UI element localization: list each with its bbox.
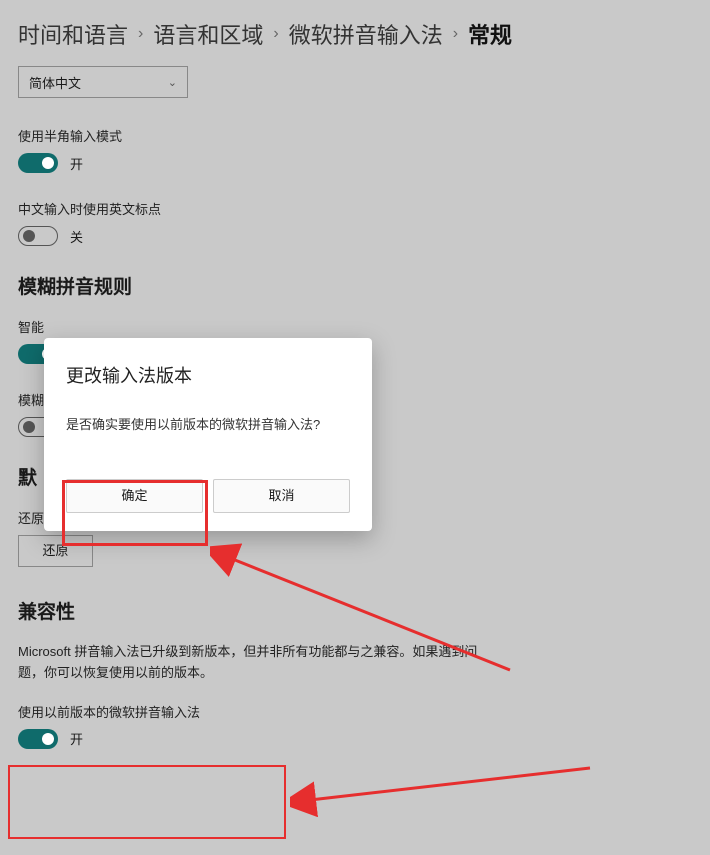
- dialog-message: 是否确实要使用以前版本的微软拼音输入法?: [66, 414, 350, 433]
- compat-toggle-label: 使用以前版本的微软拼音输入法: [18, 702, 692, 721]
- english-punct-state: 关: [70, 227, 83, 246]
- annotation-arrow-bottom: [290, 760, 610, 840]
- compat-toggle[interactable]: [18, 729, 58, 749]
- chevron-right-icon: ›: [453, 25, 458, 43]
- halfwidth-toggle[interactable]: [18, 153, 58, 173]
- english-punct-toggle[interactable]: [18, 226, 58, 246]
- halfwidth-state: 开: [70, 154, 83, 173]
- chevron-right-icon: ›: [138, 25, 143, 43]
- dropdown-selected: 简体中文: [29, 73, 81, 92]
- annotation-box-compat: [8, 765, 286, 839]
- confirm-dialog: 更改输入法版本 是否确实要使用以前版本的微软拼音输入法? 确定 取消: [44, 338, 372, 531]
- breadcrumb-item-time-language[interactable]: 时间和语言: [18, 18, 128, 50]
- chevron-down-icon: ⌄: [168, 76, 177, 89]
- chevron-right-icon: ›: [273, 25, 278, 43]
- breadcrumb-item-language-region[interactable]: 语言和区域: [153, 18, 263, 50]
- breadcrumb: 时间和语言 › 语言和区域 › 微软拼音输入法 › 常规: [0, 0, 710, 62]
- restore-button[interactable]: 还原: [18, 535, 93, 567]
- breadcrumb-current: 常规: [468, 18, 512, 50]
- charset-dropdown[interactable]: 简体中文 ⌄: [18, 66, 188, 98]
- compat-description: Microsoft 拼音输入法已升级到新版本，但并非所有功能都与之兼容。如果遇到…: [18, 642, 498, 684]
- fuzzy-heading: 模糊拼音规则: [18, 272, 692, 299]
- breadcrumb-item-ms-pinyin[interactable]: 微软拼音输入法: [289, 18, 443, 50]
- halfwidth-label: 使用半角输入模式: [18, 126, 692, 145]
- smart-fuzzy-label: 智能: [18, 317, 692, 336]
- compat-heading: 兼容性: [18, 597, 692, 624]
- compat-toggle-state: 开: [70, 729, 83, 748]
- english-punct-label: 中文输入时使用英文标点: [18, 199, 692, 218]
- dialog-cancel-button[interactable]: 取消: [213, 479, 350, 513]
- dialog-ok-button[interactable]: 确定: [66, 479, 203, 513]
- dialog-title: 更改输入法版本: [66, 362, 350, 388]
